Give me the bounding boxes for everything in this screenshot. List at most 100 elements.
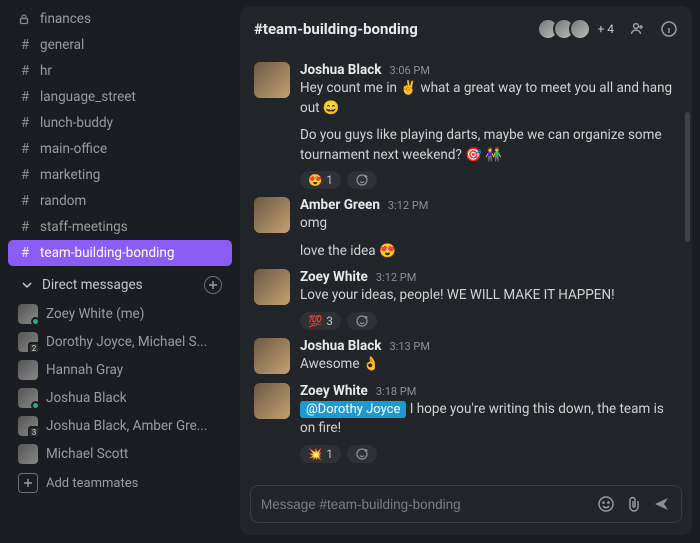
reaction-count: 1 — [326, 173, 332, 187]
avatar: 2 — [18, 332, 38, 352]
message-time: 3:13 PM — [389, 340, 429, 353]
message-text: omg — [300, 214, 678, 234]
hash-icon: # — [18, 193, 32, 209]
channel-label: finances — [40, 11, 91, 27]
avatar: 3 — [18, 416, 38, 436]
reactions: 💥1 — [300, 445, 678, 463]
message-input[interactable] — [261, 497, 587, 512]
reaction-pill[interactable]: 💥1 — [300, 445, 341, 463]
composer-area — [240, 475, 692, 535]
hash-icon: # — [18, 167, 32, 183]
hash-icon: # — [18, 245, 32, 261]
dm-item[interactable]: Joshua Black — [8, 384, 232, 412]
hash-icon: # — [18, 89, 32, 105]
channel-item-team-building-bonding[interactable]: # team-building-bonding — [8, 240, 232, 266]
message: Amber Green3:12 PMomglove the idea 😍 — [246, 193, 686, 265]
attach-icon[interactable] — [625, 495, 643, 513]
dm-label: Dorothy Joyce, Michael S... — [46, 334, 207, 350]
message-text: Awesome 👌 — [300, 355, 678, 375]
dm-label: Joshua Black, Amber Gre... — [46, 418, 207, 434]
hash-icon: # — [18, 63, 32, 79]
mention-pill[interactable]: @Dorothy Joyce — [300, 401, 406, 418]
dm-item[interactable]: 2 Dorothy Joyce, Michael S... — [8, 328, 232, 356]
channel-label: marketing — [40, 167, 100, 183]
avatar — [18, 360, 38, 380]
avatar[interactable] — [254, 338, 290, 374]
message: Joshua Black3:06 PMHey count me in ✌️ wh… — [246, 58, 686, 193]
avatar[interactable] — [254, 197, 290, 233]
presence-online-icon — [31, 317, 40, 326]
add-reaction-button[interactable] — [347, 312, 377, 330]
hash-icon: # — [18, 219, 32, 235]
channel-label: staff-meetings — [40, 219, 128, 235]
reaction-count: 3 — [326, 314, 332, 328]
group-count-badge: 3 — [28, 426, 40, 438]
channel-item-main-office[interactable]: # main-office — [8, 136, 232, 162]
message-author[interactable]: Joshua Black — [300, 62, 381, 78]
message: Zoey White3:18 PM@Dorothy Joyce I hope y… — [246, 379, 686, 467]
channel-item-marketing[interactable]: # marketing — [8, 162, 232, 188]
member-facepile[interactable]: + 4 — [537, 18, 614, 40]
channel-item-general[interactable]: # general — [8, 32, 232, 58]
message-text: Love your ideas, people! WE WILL MAKE IT… — [300, 286, 678, 306]
plus-icon — [18, 473, 38, 493]
emoji-icon[interactable] — [597, 495, 615, 513]
add-person-icon[interactable] — [628, 20, 646, 38]
dm-label: Michael Scott — [46, 446, 128, 462]
message-composer[interactable] — [250, 485, 682, 523]
avatar[interactable] — [254, 269, 290, 305]
avatar — [569, 18, 591, 40]
channel-label: lunch-buddy — [40, 115, 113, 131]
avatar[interactable] — [254, 383, 290, 419]
avatar — [18, 444, 38, 464]
channel-item-random[interactable]: #random — [8, 188, 232, 214]
reaction-emoji: 😍 — [308, 173, 322, 187]
reaction-emoji: 💥 — [308, 447, 322, 461]
add-reaction-button[interactable] — [347, 445, 377, 463]
message: Joshua Black 3:13 PM Awesome 👌 — [246, 334, 686, 379]
channel-title[interactable]: #team-building-bonding — [254, 20, 418, 38]
channel-label: team-building-bonding — [40, 245, 174, 261]
add-teammates-label: Add teammates — [46, 476, 138, 491]
channel-item-hr[interactable]: #hr — [8, 58, 232, 84]
channel-item-language_street[interactable]: # language_street — [8, 84, 232, 110]
lock-icon — [18, 13, 32, 25]
channel-header: #team-building-bonding + 4 — [240, 6, 692, 52]
reaction-emoji: 💯 — [308, 314, 322, 328]
channel-label: language_street — [40, 89, 136, 105]
message-author[interactable]: Zoey White — [300, 383, 368, 399]
send-icon[interactable] — [653, 495, 671, 513]
group-count-badge: 2 — [28, 342, 40, 354]
presence-online-icon — [31, 401, 40, 410]
reaction-pill[interactable]: 💯3 — [300, 312, 341, 330]
dm-item[interactable]: Hannah Gray — [8, 356, 232, 384]
dm-item[interactable]: Zoey White (me) — [8, 300, 232, 328]
dm-item[interactable]: Michael Scott — [8, 440, 232, 468]
dm-item[interactable]: 3 Joshua Black, Amber Gre... — [8, 412, 232, 440]
message-text: love the idea 😍 — [300, 242, 678, 262]
add-reaction-button[interactable] — [347, 171, 377, 189]
hash-icon: # — [18, 37, 32, 53]
message-time: 3:12 PM — [376, 271, 416, 284]
message-author[interactable]: Joshua Black — [300, 338, 381, 354]
channel-label: main-office — [40, 141, 107, 157]
info-icon[interactable] — [660, 20, 678, 38]
message-text: Hey count me in ✌️ what a great way to m… — [300, 79, 678, 118]
hash-icon: # — [18, 141, 32, 157]
dm-section-header[interactable]: Direct messages — [8, 266, 232, 300]
channel-label: general — [40, 37, 84, 53]
new-dm-button[interactable] — [204, 276, 222, 294]
member-overflow-count: + 4 — [597, 22, 614, 36]
channel-item-lunch-buddy[interactable]: #lunch-buddy — [8, 110, 232, 136]
message-text: @Dorothy Joyce I hope you're writing thi… — [300, 400, 678, 439]
message-author[interactable]: Zoey White — [300, 269, 368, 285]
message-author[interactable]: Amber Green — [300, 197, 380, 213]
scrollbar-thumb[interactable] — [685, 112, 690, 242]
dm-list: Zoey White (me) 2 Dorothy Joyce, Michael S… — [8, 300, 232, 468]
main-pane: #team-building-bonding + 4 Joshua Black3… — [240, 0, 700, 543]
reaction-pill[interactable]: 😍1 — [300, 171, 341, 189]
avatar[interactable] — [254, 62, 290, 98]
channel-item-staff-meetings[interactable]: # staff-meetings — [8, 214, 232, 240]
add-teammates-button[interactable]: Add teammates — [8, 468, 232, 498]
channel-item-finances[interactable]: finances — [8, 6, 232, 32]
